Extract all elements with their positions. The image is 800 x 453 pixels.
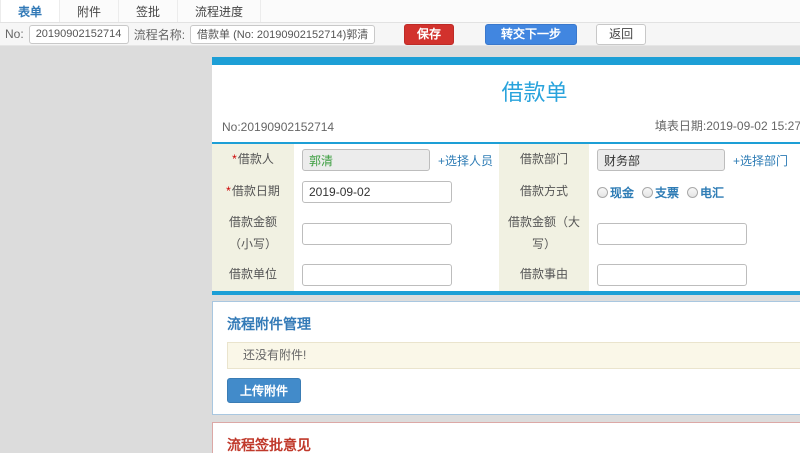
- loan-unit-input[interactable]: [302, 264, 452, 287]
- amount-uppercase-label: 借款金额（大写）: [499, 208, 589, 260]
- command-bar: No: 流程名称: 保存 转交下一步 返回: [0, 23, 800, 46]
- tab-attachments[interactable]: 附件: [60, 0, 120, 22]
- amount-lowercase-input[interactable]: [302, 222, 452, 245]
- required-mark: *: [226, 184, 231, 199]
- panel-bottom-bar: [212, 291, 800, 296]
- wire-transfer-radio-option[interactable]: 电汇: [687, 184, 724, 201]
- select-department-link[interactable]: +选择部门: [733, 152, 788, 169]
- radio-icon[interactable]: [597, 186, 608, 198]
- radio-icon[interactable]: [642, 186, 654, 198]
- back-button[interactable]: 返回: [596, 23, 647, 45]
- select-person-link[interactable]: +选择人员: [438, 152, 493, 169]
- tab-progress[interactable]: 流程进度: [178, 0, 262, 22]
- no-input[interactable]: [28, 24, 129, 44]
- borrower-input[interactable]: [302, 149, 430, 171]
- form-meta: No:20190902152714 填表日期:2019-09-02 15:27:…: [212, 115, 800, 144]
- radio-icon[interactable]: [687, 186, 699, 198]
- loan-date-cell: [294, 176, 499, 208]
- tab-form[interactable]: 表单: [0, 0, 61, 22]
- loan-method-cell: 现金 支票 电汇: [589, 176, 800, 208]
- loan-unit-label: 借款单位: [212, 259, 294, 292]
- amount-uppercase-input[interactable]: [597, 222, 747, 245]
- loan-reason-label: 借款事由: [499, 259, 589, 292]
- screen: 表单 附件 签批 流程进度 No: 流程名称: 保存 转交下一步 返回 借款单 …: [0, 0, 800, 453]
- cheque-radio-option[interactable]: 支票: [642, 184, 679, 201]
- form-date-text: 填表日期:2019-09-02 15:27:1: [654, 119, 800, 133]
- form-no-text: No:20190902152714: [222, 120, 335, 134]
- required-mark: *: [232, 152, 237, 167]
- loan-date-label: *借款日期: [212, 176, 294, 208]
- amount-uppercase-cell: [589, 208, 800, 260]
- amount-lowercase-cell: [294, 208, 499, 260]
- loan-method-radio-group: 现金 支票 电汇: [597, 184, 724, 201]
- loan-method-label: 借款方式: [499, 176, 589, 208]
- attachments-title: 流程附件管理: [227, 316, 311, 333]
- next-step-button[interactable]: 转交下一步: [485, 23, 578, 45]
- save-button[interactable]: 保存: [404, 23, 455, 45]
- department-label: 借款部门: [499, 144, 589, 176]
- loan-reason-input[interactable]: [597, 264, 747, 287]
- loan-unit-cell: [294, 259, 499, 292]
- no-label: No:: [5, 27, 24, 41]
- upload-attachment-button[interactable]: 上传附件: [227, 378, 302, 404]
- main-panel: 借款单 No:20190902152714 填表日期:2019-09-02 15…: [212, 57, 800, 453]
- approval-card: 流程签批意见 B I abc: [212, 422, 800, 453]
- department-input[interactable]: [597, 149, 725, 171]
- header: 表单 附件 签批 流程进度 No: 流程名称: 保存 转交下一步 返回: [0, 0, 800, 46]
- attachments-card: 流程附件管理 还没有附件! 上传附件: [212, 301, 800, 416]
- process-name-input[interactable]: [190, 24, 376, 44]
- borrower-cell: +选择人员: [294, 144, 499, 176]
- loan-form-card: 借款单 No:20190902152714 填表日期:2019-09-02 15…: [212, 57, 800, 296]
- form-title: 借款单: [501, 80, 568, 105]
- loan-reason-cell: [589, 259, 800, 292]
- tabbar: 表单 附件 签批 流程进度: [0, 0, 800, 23]
- approval-title: 流程签批意见: [227, 437, 311, 453]
- borrower-label: *借款人: [212, 144, 294, 176]
- tab-approval[interactable]: 签批: [119, 0, 179, 22]
- amount-lowercase-label: 借款金额（小写）: [212, 208, 294, 260]
- no-attachments-notice: 还没有附件!: [227, 342, 800, 370]
- form-grid: *借款人 +选择人员 借款部门 +选择部门 *借款日期: [212, 144, 800, 292]
- panel-top-bar: [212, 57, 800, 65]
- cash-radio-option[interactable]: 现金: [597, 184, 634, 201]
- department-cell: +选择部门: [589, 144, 800, 176]
- loan-date-input[interactable]: [302, 181, 452, 203]
- process-name-label: 流程名称:: [133, 27, 186, 42]
